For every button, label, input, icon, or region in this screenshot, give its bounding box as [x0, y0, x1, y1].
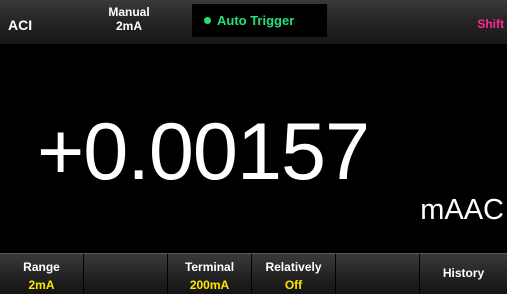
measurement-function-label: ACI [8, 17, 33, 33]
relatively-softkey-value: Off [284, 278, 303, 292]
range-softkey-value: 2mA [28, 278, 55, 292]
reading-unit: mAAC [420, 194, 504, 226]
terminal-softkey-value: 200mA [189, 278, 230, 292]
softkey-bar: Range 2mA Terminal 200mA Relatively Off … [0, 253, 507, 294]
primary-reading: +0.00157 [37, 107, 370, 197]
range-softkey-label: Range [23, 260, 60, 274]
softkey-2[interactable] [84, 254, 168, 294]
status-bar: ACI Manual 2mA Auto Trigger Shift [0, 0, 507, 45]
range-softkey[interactable]: Range 2mA [0, 254, 84, 294]
range-mode-text: Manual [108, 5, 150, 19]
range-mode-indicator: Manual 2mA [104, 5, 154, 33]
shift-indicator: Shift [477, 17, 504, 31]
history-softkey[interactable]: History [420, 254, 507, 294]
range-mode-value: 2mA [115, 19, 142, 33]
trigger-indicator-icon [204, 17, 211, 24]
softkey-5[interactable] [336, 254, 420, 294]
relatively-softkey-label: Relatively [265, 260, 322, 274]
terminal-softkey-label: Terminal [184, 260, 235, 274]
relatively-softkey[interactable]: Relatively Off [252, 254, 336, 294]
trigger-status-label: Auto Trigger [217, 13, 295, 28]
history-softkey-label: History [442, 266, 485, 280]
terminal-softkey[interactable]: Terminal 200mA [168, 254, 252, 294]
trigger-status: Auto Trigger [192, 4, 327, 37]
